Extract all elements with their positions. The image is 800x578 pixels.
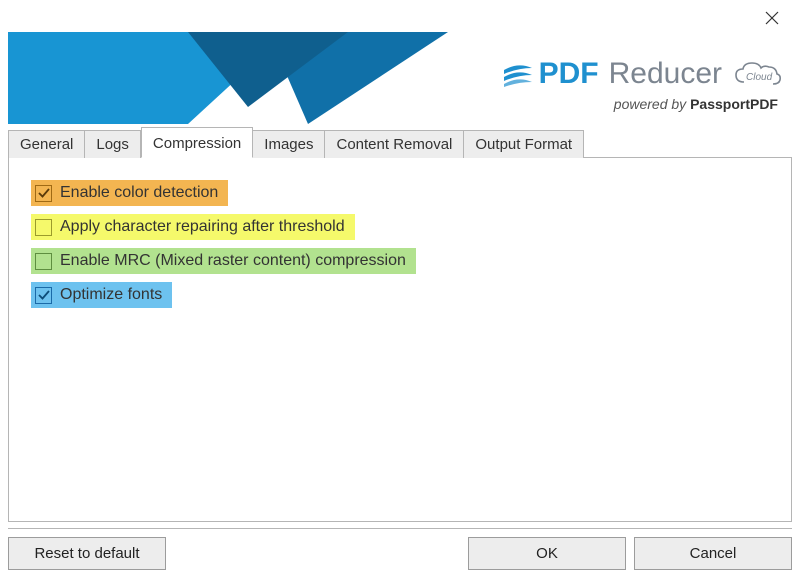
app-logo: PDF Reducer Cloud [503,57,782,91]
check-icon [38,187,50,199]
powered-by: powered by PassportPDF [614,96,778,112]
logo-brand-thin: Reducer [609,57,722,91]
compression-panel: Enable color detection Apply character r… [8,158,792,522]
tab-compression[interactable]: Compression [141,127,253,158]
close-icon [765,11,779,25]
tab-images[interactable]: Images [253,130,325,158]
powered-prefix: powered by [614,96,690,112]
checkbox-color-detection[interactable] [35,185,52,202]
option-enable-color-detection[interactable]: Enable color detection [31,180,228,206]
logo-brand-bold: PDF [539,57,599,91]
banner-graphic [8,32,448,124]
tab-logs[interactable]: Logs [85,130,141,158]
option-optimize-fonts[interactable]: Optimize fonts [31,282,172,308]
reset-button[interactable]: Reset to default [8,537,166,570]
option-char-repair[interactable]: Apply character repairing after threshol… [31,214,355,240]
dialog-footer: Reset to default OK Cancel [8,528,792,572]
cloud-icon: Cloud [732,60,782,88]
settings-dialog: PDF Reducer Cloud powered by PassportPDF… [0,0,800,578]
tab-general[interactable]: General [8,130,85,158]
close-button[interactable] [762,8,782,28]
tab-output-format[interactable]: Output Format [464,130,584,158]
option-label: Enable MRC (Mixed raster content) compre… [60,252,406,270]
powered-brand: PassportPDF [690,96,778,112]
logo-swoosh-icon [503,62,533,87]
tab-bar: General Logs Compression Images Content … [8,128,792,158]
cancel-button[interactable]: Cancel [634,537,792,570]
option-label: Optimize fonts [60,286,162,304]
tab-content-removal[interactable]: Content Removal [325,130,464,158]
checkbox-mrc[interactable] [35,253,52,270]
check-icon [38,289,50,301]
option-label: Apply character repairing after threshol… [60,218,345,236]
checkbox-char-repair[interactable] [35,219,52,236]
header-banner: PDF Reducer Cloud powered by PassportPDF [8,32,792,124]
ok-button[interactable]: OK [468,537,626,570]
option-mrc[interactable]: Enable MRC (Mixed raster content) compre… [31,248,416,274]
checkbox-optimize-fonts[interactable] [35,287,52,304]
option-label: Enable color detection [60,184,218,202]
cloud-label: Cloud [746,72,773,83]
